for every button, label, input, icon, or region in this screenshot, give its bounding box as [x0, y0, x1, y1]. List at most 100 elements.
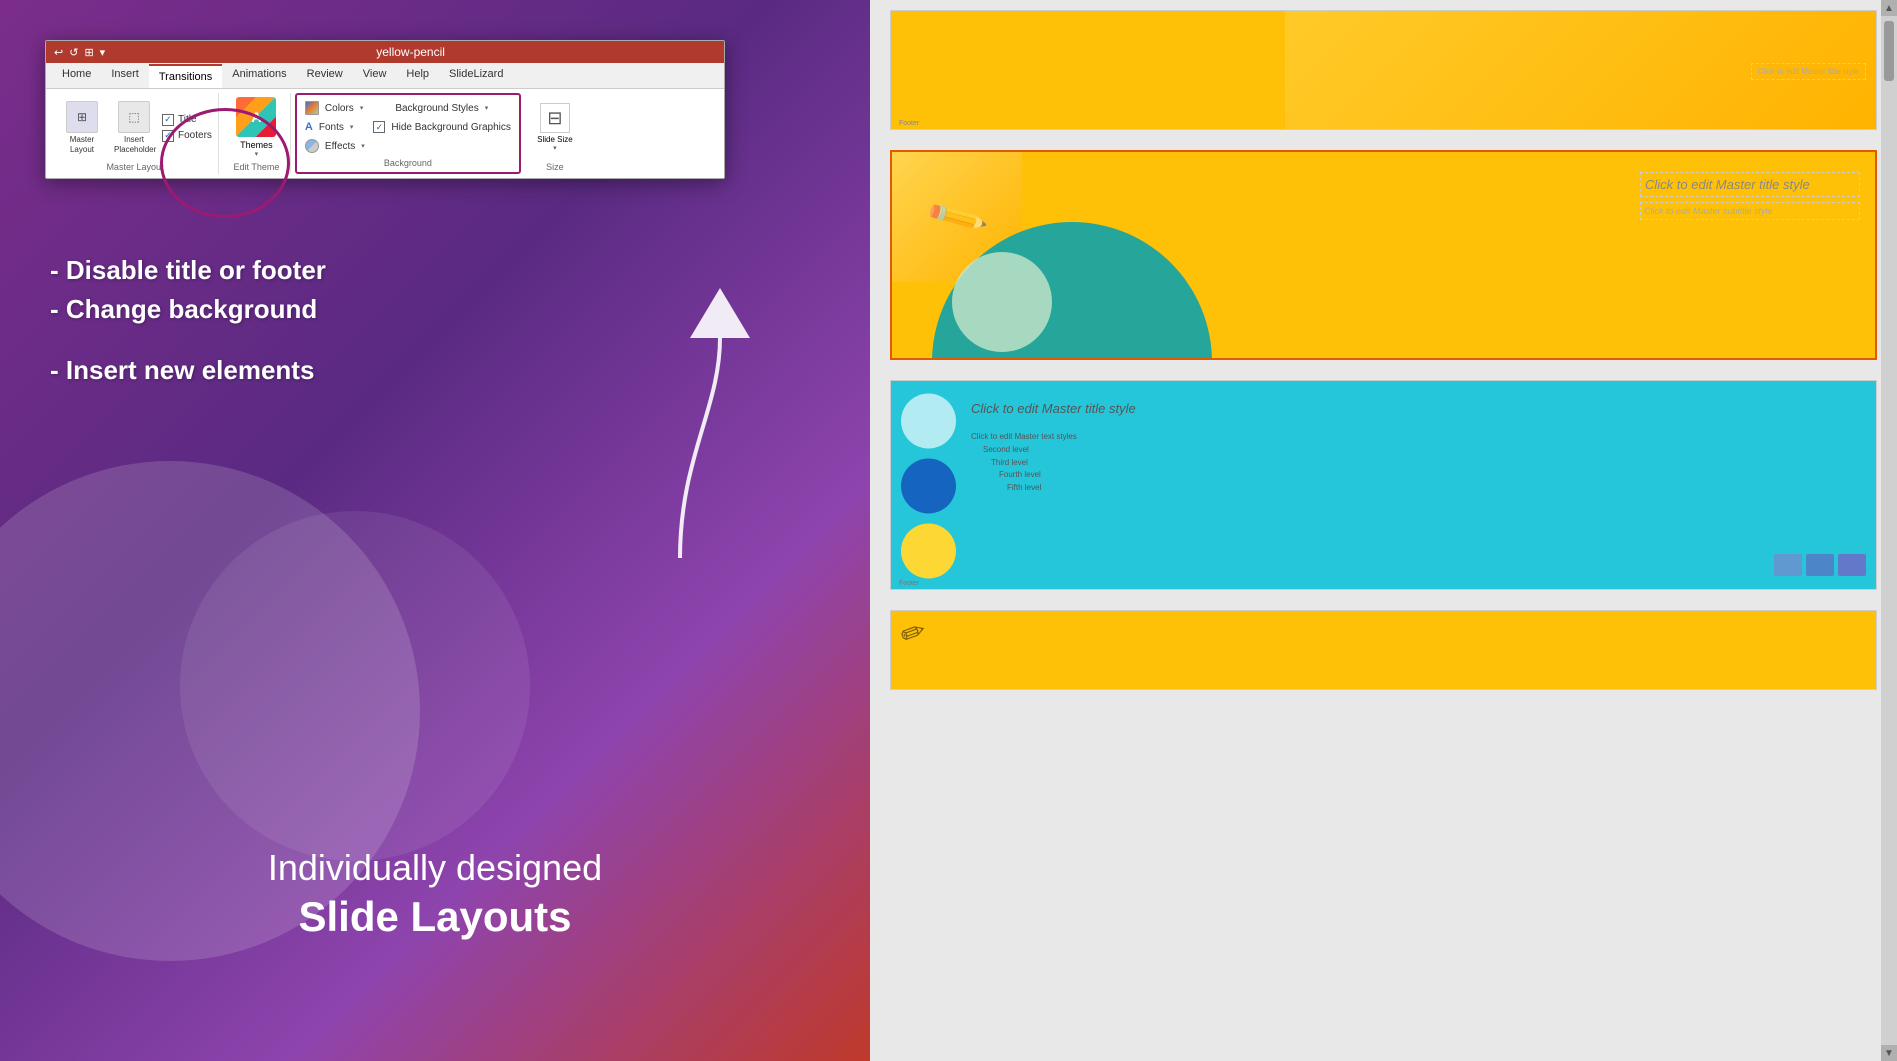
slide1-footer: Footer [899, 120, 919, 127]
slide3-content: Click to edit Master text styles Second … [971, 431, 1866, 495]
circle-light [901, 394, 956, 449]
edit-theme-items: A Themes ▾ [229, 95, 284, 160]
left-panel: ↩ ↺ ⊞ ▾ yellow-pencil Home Insert Transi… [0, 0, 870, 1061]
slide2-title: Click to edit Master title style [1640, 172, 1860, 197]
scrollbar[interactable]: ▲ ▼ [1881, 0, 1897, 1061]
scroll-up[interactable]: ▲ [1881, 0, 1897, 16]
background-styles-label: Background Styles [395, 103, 478, 114]
slide3-circles [901, 394, 956, 579]
tagline-line1: Individually designed [50, 847, 820, 889]
effects-row: Effects ▾ [305, 139, 365, 153]
colors-row: Colors ▾ Background Styles ▾ [305, 101, 488, 115]
ribbon-group-edit-theme: A Themes ▾ Edit Theme [223, 93, 291, 174]
size-group-label: Size [546, 160, 564, 172]
hide-bg-checkbox[interactable] [373, 121, 385, 133]
slide3-footer: Footer [899, 580, 919, 587]
slide3-content-line1: Click to edit Master text styles [971, 431, 1866, 444]
fonts-row: A Fonts ▾ Hide Background Graphics [305, 121, 511, 133]
tab-animations[interactable]: Animations [222, 63, 296, 88]
slide3-content-line5: Fifth level [971, 482, 1866, 495]
slide3-content-line2: Second level [971, 444, 1866, 457]
slide-size-label: Slide Size [537, 135, 573, 144]
master-layout-label: Master Layout [62, 135, 102, 154]
colors-label: Colors [325, 103, 354, 114]
bullet-text-3: - Insert new elements [50, 355, 326, 386]
themes-icon: A [236, 97, 276, 137]
size-dropdown-arrow: ▾ [553, 144, 557, 152]
fonts-dropdown-arrow: ▾ [350, 123, 354, 131]
effects-dropdown-arrow: ▾ [361, 142, 365, 150]
slide3-content-line3: Third level [971, 457, 1866, 470]
footer-check-item[interactable]: Footers [162, 130, 212, 142]
ppt-window-screenshot: ↩ ↺ ⊞ ▾ yellow-pencil Home Insert Transi… [45, 40, 725, 179]
size-items: ⊟ Slide Size ▾ [531, 95, 579, 160]
bottom-text-area: Individually designed Slide Layouts [50, 847, 820, 941]
bullet-text-2: - Change background [50, 294, 326, 325]
slide-thumb-3[interactable]: Click to edit Master title style Click t… [890, 380, 1877, 590]
ribbon-tabs: Home Insert Transitions Animations Revie… [46, 63, 724, 89]
slide3-content-line4: Fourth level [971, 469, 1866, 482]
tab-home[interactable]: Home [52, 63, 101, 88]
hide-bg-label: Hide Background Graphics [391, 122, 511, 133]
tab-help[interactable]: Help [396, 63, 439, 88]
slide1-title-placeholder: Click to edit Master title style [1751, 63, 1866, 80]
bg-decoration-2 [180, 511, 530, 861]
title-check-label: Title [178, 114, 197, 125]
insert-placeholder-icon: ⬚ [118, 101, 150, 133]
fonts-icon: A [305, 121, 313, 133]
tab-insert[interactable]: Insert [101, 63, 149, 88]
footer-checkbox[interactable] [162, 130, 174, 142]
themes-button[interactable]: A Themes ▾ [229, 95, 284, 160]
themes-dropdown-arrow: ▾ [255, 150, 259, 158]
master-layout-btn[interactable]: ⊞ Master Layout [58, 99, 106, 156]
pencil-icon: ✏️ [924, 184, 991, 250]
master-layout-checks: Title Footers [162, 114, 212, 142]
scroll-down[interactable]: ▼ [1881, 1045, 1897, 1061]
left-text-area: - Disable title or footer - Change backg… [50, 255, 326, 394]
effects-label: Effects [325, 141, 355, 152]
colors-icon [305, 101, 319, 115]
background-items: Colors ▾ Background Styles ▾ A Fonts ▾ H… [305, 99, 511, 156]
master-layout-icon: ⊞ [66, 101, 98, 133]
tab-transitions[interactable]: Transitions [149, 64, 222, 88]
slide-thumb-4[interactable]: ✏ [890, 610, 1877, 690]
slide-size-btn[interactable]: ⊟ Slide Size ▾ [531, 101, 579, 154]
master-layout-group-label: Master Layout [106, 160, 163, 172]
title-check-item[interactable]: Title [162, 114, 212, 126]
circle-blue [901, 459, 956, 514]
slide4-pencil: ✏ [896, 613, 932, 654]
slide3-title: Click to edit Master title style [971, 401, 1866, 416]
effects-icon [305, 139, 319, 153]
insert-placeholder-btn[interactable]: ⬚ Insert Placeholder [110, 99, 158, 156]
slide3-icons [1774, 554, 1866, 576]
ribbon-group-master-layout: ⊞ Master Layout ⬚ Insert Placeholder Tit… [52, 93, 219, 174]
themes-label: Themes [240, 140, 273, 150]
bg-styles-dropdown-arrow: ▾ [485, 104, 489, 112]
tab-review[interactable]: Review [297, 63, 353, 88]
slide2-subtitle: Click to edit Master subtitle style [1640, 202, 1860, 220]
edit-theme-label: Edit Theme [233, 160, 279, 172]
mini-icon-3 [1838, 554, 1866, 576]
scroll-thumb[interactable] [1884, 21, 1894, 81]
background-group-label: Background [384, 156, 432, 168]
ppt-titlebar: ↩ ↺ ⊞ ▾ yellow-pencil [46, 41, 724, 63]
insert-placeholder-label: Insert Placeholder [114, 135, 154, 154]
tab-view[interactable]: View [353, 63, 397, 88]
circle-yellow [901, 524, 956, 579]
ribbon-content: ⊞ Master Layout ⬚ Insert Placeholder Tit… [46, 89, 724, 178]
slide-thumb-2[interactable]: ✏️ Click to edit Master title style Clic… [890, 150, 1877, 360]
title-checkbox[interactable] [162, 114, 174, 126]
fonts-label: Fonts [319, 122, 344, 133]
master-layout-items: ⊞ Master Layout ⬚ Insert Placeholder Tit… [58, 95, 212, 160]
slide-thumb-1[interactable]: Click to edit Master title style Footer [890, 10, 1877, 130]
mini-icon-1 [1774, 554, 1802, 576]
bullet-text-1: - Disable title or footer [50, 255, 326, 286]
window-title: yellow-pencil [376, 45, 445, 59]
tab-slidelizard[interactable]: SlideLizard [439, 63, 513, 88]
decorative-arrow [620, 258, 820, 578]
footer-check-label: Footers [178, 130, 212, 141]
colors-dropdown-arrow: ▾ [360, 104, 364, 112]
ribbon-group-size: ⊟ Slide Size ▾ Size [525, 93, 585, 174]
mini-icon-2 [1806, 554, 1834, 576]
yellow-circle [952, 252, 1052, 352]
